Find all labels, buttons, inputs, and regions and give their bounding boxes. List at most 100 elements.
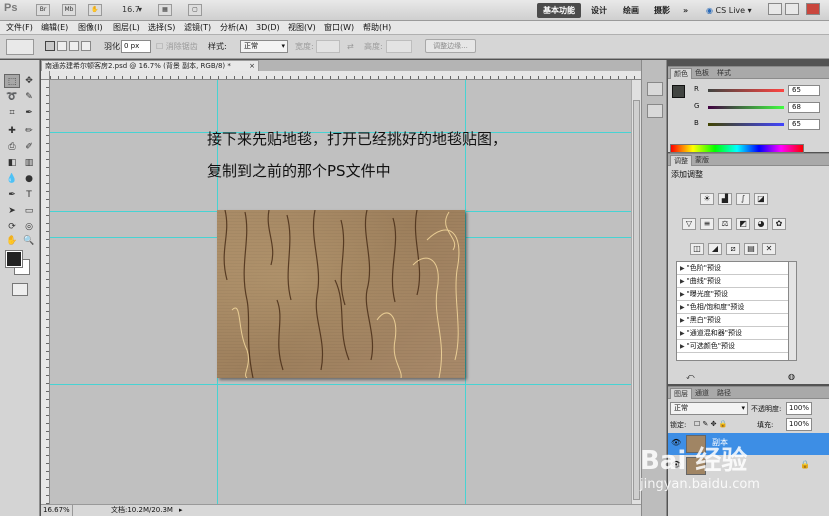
tab-paths[interactable]: 路径: [714, 388, 734, 399]
menu-view[interactable]: 视图(V): [288, 22, 316, 34]
tab-styles[interactable]: 样式: [714, 68, 734, 79]
posterize-icon[interactable]: ◢: [708, 243, 722, 255]
eraser-tool-icon[interactable]: ◧: [4, 156, 20, 170]
feather-input[interactable]: 0 px: [121, 40, 151, 53]
close-button[interactable]: [806, 3, 820, 15]
close-tab-icon[interactable]: ×: [249, 61, 255, 71]
bridge-button[interactable]: Br: [36, 4, 50, 16]
document-tab[interactable]: 南通苏建希尔顿客房2.psd @ 16.7% (背景 副本, RGB/8) * …: [41, 60, 259, 71]
color-spectrum-bar[interactable]: [670, 144, 804, 153]
gradient-map-icon[interactable]: ▤: [744, 243, 758, 255]
channel-mixer-icon[interactable]: ✿: [772, 218, 786, 230]
type-tool-icon[interactable]: T: [21, 188, 37, 202]
exposure-icon[interactable]: ◪: [754, 193, 768, 205]
foreground-color-swatch[interactable]: [6, 251, 22, 267]
black-white-icon[interactable]: ◩: [736, 218, 750, 230]
marquee-tool-icon[interactable]: ⬚: [4, 74, 20, 88]
tab-adjustments[interactable]: 调整: [670, 155, 692, 166]
new-selection-mode[interactable]: [45, 41, 55, 51]
menu-3d[interactable]: 3D(D): [256, 22, 280, 34]
tab-layers[interactable]: 图层: [670, 388, 692, 399]
blend-mode-select[interactable]: 正常: [670, 402, 748, 415]
zoom-dropdown-icon[interactable]: ▾: [138, 3, 142, 17]
menu-analysis[interactable]: 分析(A): [220, 22, 248, 34]
slider-r[interactable]: R 65: [694, 85, 820, 96]
history-panel-icon[interactable]: [647, 82, 663, 96]
maximize-button[interactable]: [785, 3, 799, 15]
3d-orbit-tool-icon[interactable]: ◎: [21, 220, 37, 234]
document-size-info[interactable]: 文档:10.2M/20.3M: [111, 505, 173, 516]
photo-filter-icon[interactable]: ◕: [754, 218, 768, 230]
tab-masks[interactable]: 蒙版: [692, 155, 712, 166]
green-slider-track[interactable]: [708, 106, 784, 109]
brush-tool-icon[interactable]: ✏: [21, 124, 37, 138]
guide-line[interactable]: [50, 384, 631, 385]
preset-curves[interactable]: "曲线"预设: [677, 275, 796, 288]
foreground-color-preview[interactable]: [672, 85, 685, 98]
menu-filter[interactable]: 滤镜(T): [184, 22, 211, 34]
menu-window[interactable]: 窗口(W): [324, 22, 354, 34]
quick-mask-button[interactable]: [12, 283, 28, 296]
vibrance-icon[interactable]: ▽: [682, 218, 696, 230]
scrollbar-thumb[interactable]: [633, 100, 640, 500]
menu-image[interactable]: 图像(I): [78, 22, 103, 34]
hand-view-button[interactable]: ✋: [88, 4, 102, 16]
carpet-texture-layer[interactable]: [217, 210, 465, 378]
preset-selective-color[interactable]: "可选颜色"预设: [677, 340, 796, 353]
status-menu-icon[interactable]: ▸: [179, 505, 183, 516]
healing-brush-tool-icon[interactable]: ✚: [4, 124, 20, 138]
minimize-button[interactable]: [768, 3, 782, 15]
hue-saturation-icon[interactable]: ≡: [700, 218, 714, 230]
move-tool-icon[interactable]: ✥: [21, 74, 37, 88]
3d-rotate-tool-icon[interactable]: ⟳: [4, 220, 20, 234]
width-input[interactable]: [316, 40, 340, 53]
workspace-design[interactable]: 设计: [591, 3, 607, 18]
height-input[interactable]: [386, 40, 412, 53]
menu-select[interactable]: 选择(S): [148, 22, 175, 34]
opacity-input[interactable]: 100%: [786, 402, 812, 415]
presets-scrollbar[interactable]: [788, 261, 797, 361]
pen-tool-icon[interactable]: ✒: [4, 188, 20, 202]
zoom-percent-field[interactable]: 16.67%: [43, 505, 73, 516]
hand-tool-icon[interactable]: ✋: [4, 234, 20, 248]
invert-icon[interactable]: ◫: [690, 243, 704, 255]
workspace-photography[interactable]: 摄影: [654, 3, 670, 18]
blue-value-input[interactable]: 65: [788, 119, 820, 130]
blur-tool-icon[interactable]: 💧: [4, 172, 20, 186]
gradient-tool-icon[interactable]: ▥: [21, 156, 37, 170]
actions-panel-icon[interactable]: [647, 104, 663, 118]
brightness-icon[interactable]: ☀: [700, 193, 714, 205]
menu-edit[interactable]: 编辑(E): [41, 22, 68, 34]
arrange-documents-button[interactable]: ▦: [158, 4, 172, 16]
threshold-icon[interactable]: ⧄: [726, 243, 740, 255]
workspace-painting[interactable]: 绘画: [623, 3, 639, 18]
document-canvas[interactable]: 接下来先贴地毯，打开已经挑好的地毯贴图， 复制到之前的那个PS文件中: [50, 80, 631, 504]
more-workspaces-icon[interactable]: »: [683, 3, 688, 18]
green-value-input[interactable]: 68: [788, 102, 820, 113]
fill-input[interactable]: 100%: [786, 418, 812, 431]
return-icon[interactable]: ⤺: [686, 372, 695, 382]
crop-tool-icon[interactable]: ⌗: [4, 106, 20, 120]
quick-select-tool-icon[interactable]: ✎: [21, 90, 37, 104]
red-value-input[interactable]: 65: [788, 85, 820, 96]
path-select-tool-icon[interactable]: ➤: [4, 204, 20, 218]
eyedropper-tool-icon[interactable]: ✒: [21, 106, 37, 120]
zoom-tool-icon[interactable]: 🔍: [21, 234, 37, 248]
tool-preset-picker[interactable]: [6, 39, 34, 55]
preset-hue-saturation[interactable]: "色相/饱和度"预设: [677, 301, 796, 314]
intersect-selection-mode[interactable]: [81, 41, 91, 51]
preset-channel-mixer[interactable]: "通道混和器"预设: [677, 327, 796, 340]
antialias-checkbox[interactable]: ☐ 消除锯齿: [156, 41, 198, 53]
workspace-essentials[interactable]: 基本功能: [537, 3, 581, 18]
menu-layer[interactable]: 图层(L): [113, 22, 140, 34]
tab-swatches[interactable]: 色板: [692, 68, 712, 79]
preset-exposure[interactable]: "曝光度"预设: [677, 288, 796, 301]
history-brush-tool-icon[interactable]: ✐: [21, 140, 37, 154]
menu-file[interactable]: 文件(F): [6, 22, 33, 34]
horizontal-ruler[interactable]: [50, 71, 641, 80]
cs-live-button[interactable]: ◉ CS Live ▾: [706, 3, 752, 18]
swap-dimensions-icon[interactable]: ⇄: [347, 41, 354, 53]
curves-icon[interactable]: ∫: [736, 193, 750, 205]
red-slider-track[interactable]: [708, 89, 784, 92]
minibridge-button[interactable]: Mb: [62, 4, 76, 16]
